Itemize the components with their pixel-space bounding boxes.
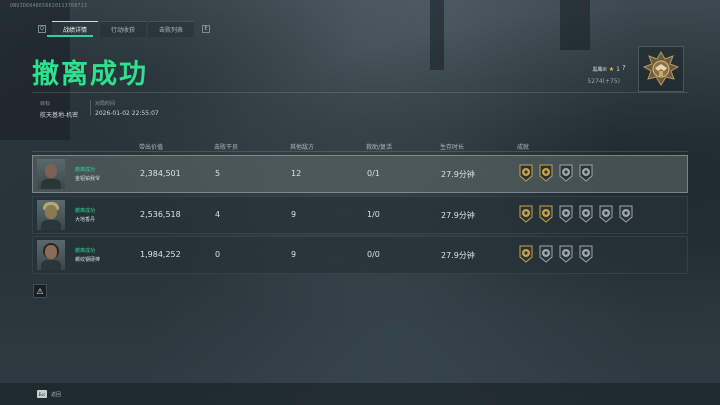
gold-achievement-icon[interactable]: [518, 205, 534, 223]
active-tab-indicator: [47, 35, 93, 37]
gold-achievement-icon[interactable]: [518, 245, 534, 263]
survival-time: 27.9分钟: [441, 211, 475, 220]
extracted-value: 2,536,518: [140, 210, 181, 219]
silver-achievement-icon[interactable]: [618, 205, 634, 223]
achievement-list: [518, 245, 598, 263]
star-icon: ★: [608, 66, 615, 73]
rank-help-icon[interactable]: ?: [622, 64, 626, 72]
rescue-revive: 0/0: [367, 250, 380, 259]
match-time-label: 对局时间: [95, 101, 116, 107]
avatar: [37, 200, 65, 230]
silver-achievement-icon[interactable]: [578, 164, 594, 182]
other-enemies: 9: [291, 210, 297, 219]
avatar: [37, 240, 65, 270]
silver-achievement-icon[interactable]: [598, 205, 614, 223]
meta-separator: [90, 100, 91, 116]
tab-mission-rewards[interactable]: 行动收获: [100, 21, 146, 37]
header-other-enemies: 其他敌方: [290, 144, 315, 151]
silver-achievement-icon[interactable]: [558, 245, 574, 263]
other-enemies: 12: [291, 169, 302, 178]
background-antenna: [430, 0, 444, 70]
rank-score: 5274(+75): [587, 78, 620, 85]
silver-achievement-icon[interactable]: [578, 205, 594, 223]
rescue-revive: 0/1: [367, 169, 380, 178]
rank-name: 黑鹰III: [592, 67, 607, 73]
survival-time: 27.9分钟: [441, 251, 475, 260]
match-time-info: 对局时间 2026-01-02 22:55:07: [95, 100, 159, 117]
rank-info: 黑鹰III ★ 1 5274(+75): [560, 56, 620, 85]
rescue-revive: 1/0: [367, 210, 380, 219]
header-divider: [32, 92, 688, 93]
tab-prev-key-hint[interactable]: Q: [38, 25, 46, 33]
rank-badge[interactable]: [638, 46, 684, 92]
operators-defeated: 4: [215, 210, 221, 219]
player-name: 金铝铂我爷: [75, 176, 101, 182]
report-warning-icon[interactable]: ⚠: [33, 284, 47, 298]
tab-next-key-hint[interactable]: E: [202, 25, 210, 33]
target-label: 目标: [40, 101, 51, 107]
achievement-list: [518, 205, 638, 223]
target-value: 航天基地-机密: [40, 112, 79, 119]
extraction-status: 撤离成功: [75, 167, 96, 173]
operators-defeated: 5: [215, 169, 221, 178]
silver-achievement-icon[interactable]: [578, 245, 594, 263]
gold-achievement-icon[interactable]: [538, 205, 554, 223]
page-title: 撤离成功: [32, 59, 148, 90]
footer-bar: [0, 383, 720, 405]
tab-kill-list[interactable]: 击败列表: [148, 21, 194, 37]
rank-star-count: 1: [616, 66, 620, 73]
extracted-value: 2,384,501: [140, 169, 181, 178]
header-extracted-value: 带出价值: [139, 144, 164, 151]
operators-defeated: 0: [215, 250, 221, 259]
silver-achievement-icon[interactable]: [538, 245, 554, 263]
header-rescue-revive: 救助/复活: [366, 144, 393, 151]
other-enemies: 9: [291, 250, 297, 259]
table-row[interactable]: 撤离成功 大地香丹 2,536,518 4 9 1/0 27.9分钟: [32, 196, 688, 234]
target-info: 目标 航天基地-机密: [40, 100, 78, 119]
gold-achievement-icon[interactable]: [518, 164, 534, 182]
silver-achievement-icon[interactable]: [558, 205, 574, 223]
back-label[interactable]: 返回: [51, 391, 61, 398]
rank-eagle-icon: [642, 50, 680, 86]
gold-achievement-icon[interactable]: [538, 164, 554, 182]
survival-time: 27.9分钟: [441, 170, 475, 179]
silver-achievement-icon[interactable]: [558, 164, 574, 182]
header-operators-defeated: 击败干员: [214, 144, 239, 151]
extraction-status: 撤离成功: [75, 248, 96, 254]
table-row[interactable]: 撤离成功 金铝铂我爷 2,384,501 5 12 0/1 27.9分钟: [32, 155, 688, 193]
extracted-value: 1,984,252: [140, 250, 181, 259]
extraction-status: 撤离成功: [75, 208, 96, 214]
achievement-list: [518, 164, 598, 182]
table-header-divider: [32, 151, 688, 152]
user-id-watermark: ONUID6048656620113768713: [10, 3, 88, 9]
player-name: 螺纹钢硬棒: [75, 257, 101, 263]
match-time-value: 2026-01-02 22:55:07: [95, 110, 159, 117]
table-row[interactable]: 撤离成功 螺纹钢硬棒 1,984,252 0 9 0/0 27.9分钟: [32, 236, 688, 274]
player-name: 大地香丹: [75, 217, 96, 223]
header-survival-time: 生存时长: [440, 144, 465, 151]
esc-key-hint[interactable]: Esc: [37, 390, 47, 398]
avatar: [37, 159, 65, 189]
header-achievements: 成就: [517, 144, 530, 151]
background-tower: [560, 0, 590, 50]
